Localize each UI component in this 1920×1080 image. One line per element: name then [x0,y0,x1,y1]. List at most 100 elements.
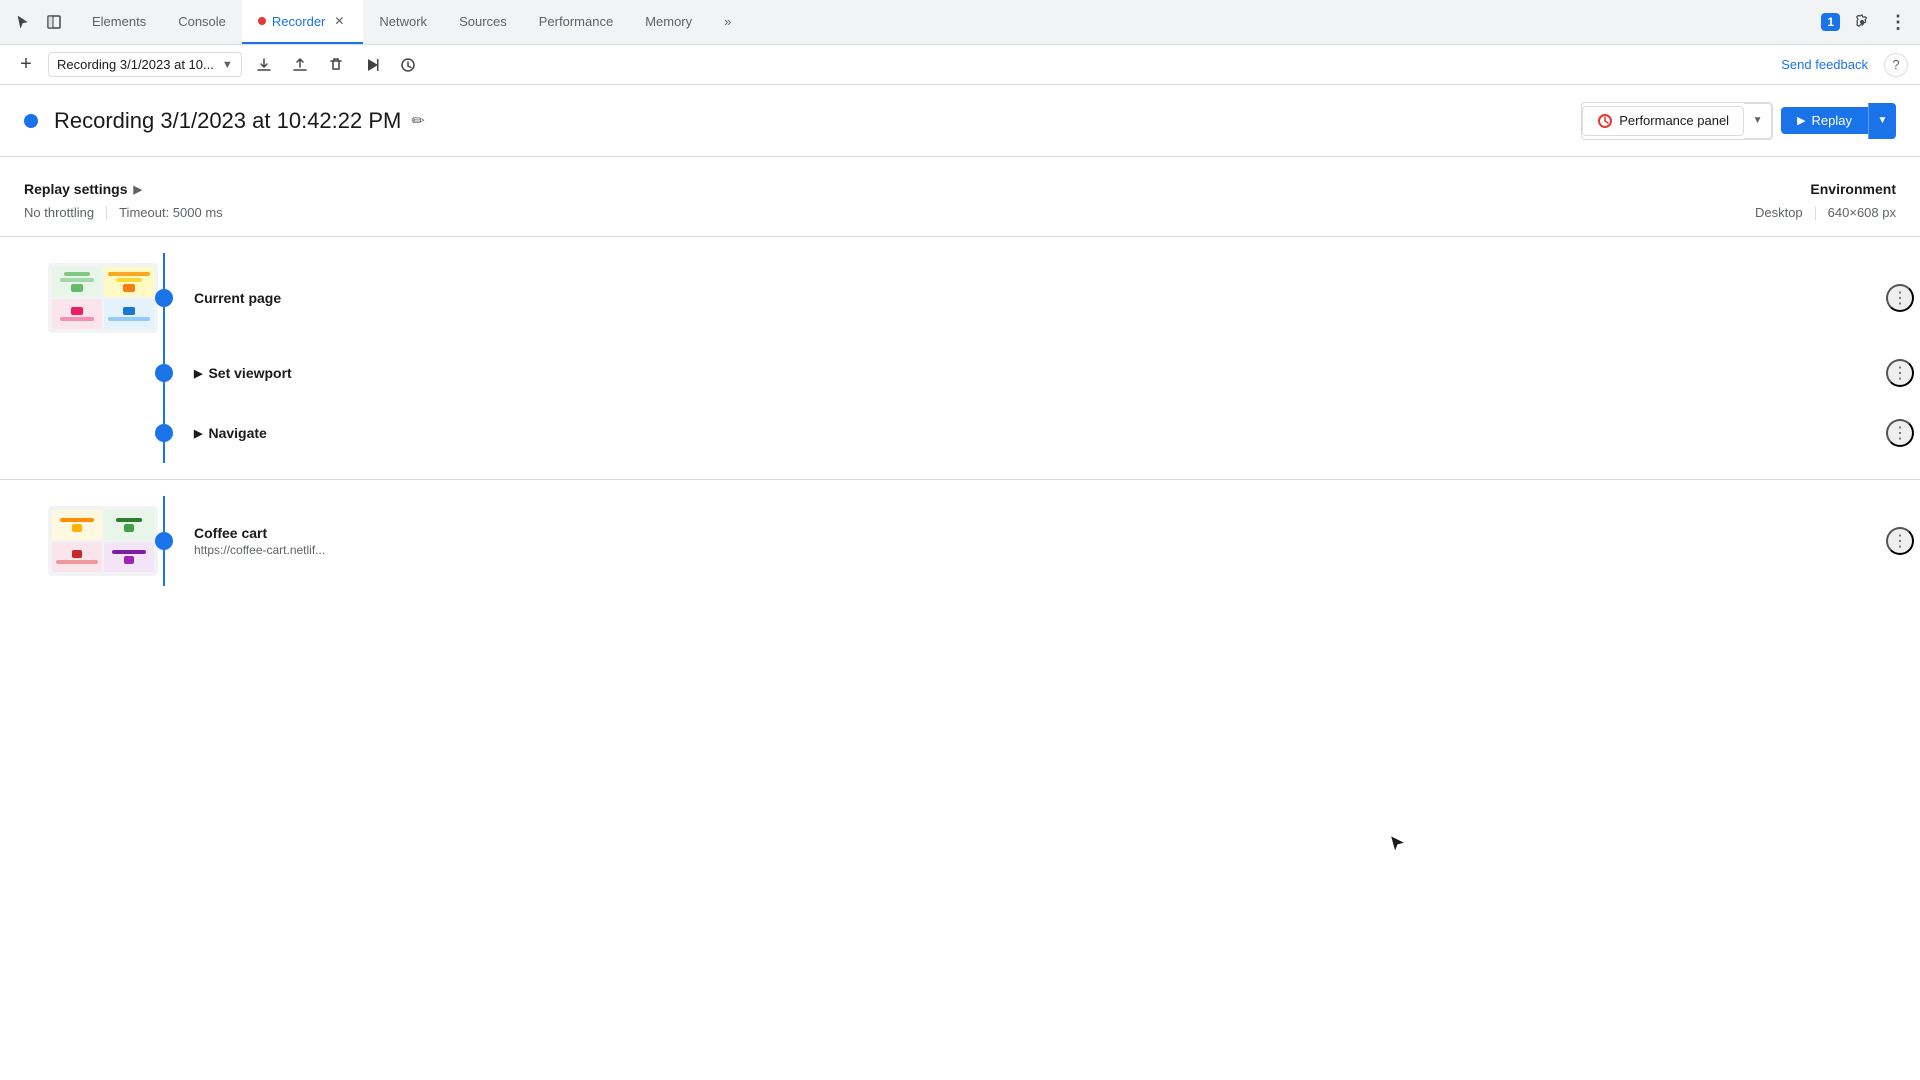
settings-expand-icon: ▶ [133,183,141,196]
replay-button[interactable]: ▶ Replay [1781,107,1868,134]
settings-button[interactable] [1848,8,1876,36]
tl-line-top [163,253,165,289]
coffee-more-area: ⋮ [1880,496,1920,586]
nav-tl-bot [163,442,165,463]
settings-left: Replay settings ▶ No throttling Timeout:… [24,181,1755,220]
send-feedback-link[interactable]: Send feedback [1781,57,1868,72]
tab-sources-label: Sources [459,14,507,29]
navigate-spacer [0,403,134,463]
viewport-label: ▶ Set viewport [194,365,1880,381]
recording-dot [258,17,266,25]
tab-icon-group [8,8,68,36]
tab-console[interactable]: Console [162,0,242,44]
layout-icon[interactable] [40,8,68,36]
tab-more[interactable]: » [708,0,747,44]
viewport-expand-icon: ▶ [194,367,202,380]
coffee-label: Coffee cart [194,525,1880,541]
tab-recorder-label: Recorder [272,14,325,29]
performance-panel-label: Performance panel [1619,113,1729,128]
header-actions: Performance panel ▼ ▶ Replay ▼ [1581,102,1896,140]
coffee-cart-row: Coffee cart https://coffee-cart.netlif..… [0,496,1920,586]
recording-title: Recording 3/1/2023 at 10:42:22 PM ✏ [54,108,1581,134]
throttling-value: No throttling [24,205,94,220]
page1-thumb-area [0,253,134,343]
coffee-dot [155,532,173,550]
steps-container: Current page ⋮ ▶ Set viewport [0,237,1920,1050]
navigate-content: ▶ Navigate [194,403,1880,463]
page-current-section: Current page ⋮ ▶ Set viewport [0,237,1920,480]
page-coffee-section: Coffee cart https://coffee-cart.netlif..… [0,480,1920,602]
tab-performance-label: Performance [539,14,613,29]
navigate-more-area: ⋮ [1880,403,1920,463]
viewport-spacer [0,343,134,403]
set-viewport-row: ▶ Set viewport ⋮ [0,343,1920,403]
tab-console-label: Console [178,14,226,29]
env-title: Environment [1755,181,1896,197]
viewport-timeline [134,343,194,403]
viewport-dot [155,364,173,382]
performance-panel-button[interactable]: Performance panel [1582,106,1744,136]
tab-network-label: Network [379,14,427,29]
more-options-button[interactable]: ⋮ [1884,8,1912,36]
viewport-more-area: ⋮ [1880,343,1920,403]
timeout-value: Timeout: 5000 ms [119,205,223,220]
settings-values: No throttling Timeout: 5000 ms [24,205,1755,220]
slow-play-button[interactable] [394,51,422,79]
coffee-url: https://coffee-cart.netlif... [194,543,1880,557]
tab-performance[interactable]: Performance [523,0,629,44]
viewport-more-button[interactable]: ⋮ [1886,359,1914,387]
tl-bot [163,382,165,403]
content-header: Recording 3/1/2023 at 10:42:22 PM ✏ Perf… [0,85,1920,157]
tab-sources[interactable]: Sources [443,0,523,44]
navigate-label-group: ▶ Navigate [194,425,1880,441]
page1-content: Current page [194,253,1880,343]
navigate-more-button[interactable]: ⋮ [1886,419,1914,447]
export-button[interactable] [250,51,278,79]
settings-title[interactable]: Replay settings ▶ [24,181,1755,197]
navigate-label: ▶ Navigate [194,425,1880,441]
replay-dropdown[interactable]: ▼ [1868,103,1896,139]
page1-label-group: Current page [194,290,1880,306]
tab-network[interactable]: Network [363,0,443,44]
env-values: Desktop 640×608 px [1755,205,1896,220]
coffee-tl-top [163,496,165,532]
coffee-more-button[interactable]: ⋮ [1886,527,1914,555]
coffee-content: Coffee cart https://coffee-cart.netlif..… [194,496,1880,586]
page2-thumb-area [0,496,134,586]
chat-badge[interactable]: 1 [1821,13,1840,31]
delete-button[interactable] [322,51,350,79]
tab-list: Elements Console Recorder ✕ Network Sour… [76,0,1821,44]
tab-memory-label: Memory [645,14,692,29]
coffee-tl-bot [163,550,165,586]
replay-label: Replay [1812,113,1852,128]
recording-indicator [24,114,38,128]
step-play-button[interactable] [358,51,386,79]
settings-divider [106,206,107,220]
tab-bar: Elements Console Recorder ✕ Network Sour… [0,0,1920,45]
help-button[interactable]: ? [1884,53,1908,77]
add-recording-button[interactable]: + [12,51,40,79]
tab-elements[interactable]: Elements [76,0,162,44]
current-page-row: Current page ⋮ [0,253,1920,343]
performance-panel-dropdown[interactable]: ▼ [1744,103,1772,139]
replay-play-icon: ▶ [1797,114,1805,127]
tab-recorder[interactable]: Recorder ✕ [242,0,363,44]
env-type: Desktop [1755,205,1803,220]
tl-top [163,343,165,364]
settings-right: Environment Desktop 640×608 px [1755,181,1896,220]
tab-memory[interactable]: Memory [629,0,708,44]
page1-more-button[interactable]: ⋮ [1886,284,1914,312]
import-button[interactable] [286,51,314,79]
tab-bar-right: 1 ⋮ [1821,8,1912,36]
viewport-content: ▶ Set viewport [194,343,1880,403]
perf-dropdown-arrow: ▼ [1753,115,1763,126]
replay-dropdown-arrow: ▼ [1878,115,1888,126]
navigate-dot [155,424,173,442]
page1-dot [155,289,173,307]
tab-recorder-close[interactable]: ✕ [331,13,347,29]
page1-label: Current page [194,290,1880,306]
cursor-icon[interactable] [8,8,36,36]
edit-title-icon[interactable]: ✏ [411,111,424,131]
recorder-toolbar: + Recording 3/1/2023 at 10... ▼ Send fee… [0,45,1920,85]
recording-selector[interactable]: Recording 3/1/2023 at 10... ▼ [48,52,242,77]
